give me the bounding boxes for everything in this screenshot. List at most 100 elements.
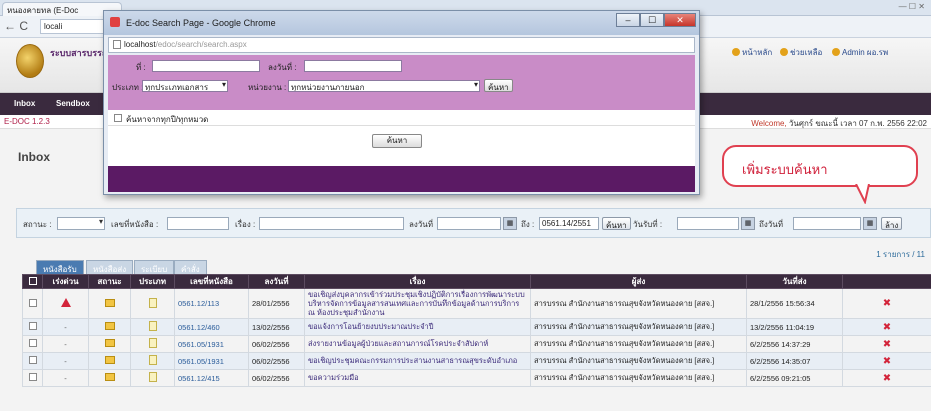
delete-icon[interactable]: ✖ xyxy=(842,352,931,370)
from-input[interactable] xyxy=(152,60,260,72)
calendar-icon[interactable]: ▦ xyxy=(863,217,877,230)
mail-icon[interactable] xyxy=(88,318,131,336)
row-checkbox[interactable] xyxy=(22,318,43,336)
table-row[interactable]: 0561.12/113 28/01/2556 ขอเชิญส่งบุคลากรเ… xyxy=(22,288,931,319)
subject-filter-input[interactable] xyxy=(259,217,404,230)
from-label: ที่ : xyxy=(136,63,146,72)
popup-footer xyxy=(108,166,695,192)
calendar-icon[interactable]: ▦ xyxy=(741,217,755,230)
docno-filter-input[interactable] xyxy=(167,217,229,230)
close-icon[interactable]: ✕ xyxy=(664,13,696,27)
clear-button[interactable]: ล้าง xyxy=(881,217,903,230)
doc-number[interactable]: 0561.12/415 xyxy=(174,369,249,387)
tab-sent[interactable]: หนังสือส่ง xyxy=(86,260,134,274)
delete-icon[interactable]: ✖ xyxy=(842,335,931,353)
mail-icon[interactable] xyxy=(88,352,131,370)
help-link[interactable]: ช่วยเหลือ xyxy=(780,46,822,59)
row-checkbox[interactable] xyxy=(22,335,43,353)
page-title: Inbox xyxy=(18,150,50,164)
table-row[interactable]: - 0561.05/1931 06/02/2556 ส่งรายงานข้อมู… xyxy=(22,335,931,353)
type-select[interactable]: ทุกประเภทเอกสาร xyxy=(142,80,228,92)
doc-number[interactable]: 0561.12/460 xyxy=(174,318,249,336)
doc-sent-time: 6/2/2556 09:21:05 xyxy=(746,369,843,387)
doc-date: 28/01/2556 xyxy=(248,288,305,319)
doc-subject[interactable]: ขอเชิญส่งบุคลากรเข้าร่วมประชุมเชิงปฏิบัต… xyxy=(304,288,531,319)
select-all-checkbox[interactable] xyxy=(22,274,43,289)
receive-to-input[interactable] xyxy=(793,217,861,230)
doc-number[interactable]: 0561.05/1931 xyxy=(174,335,249,353)
tab-regulation[interactable]: ระเบียบ xyxy=(134,260,175,274)
table-row[interactable]: - 0561.05/1931 06/02/2556 ขอเชิญประชุมคณ… xyxy=(22,352,931,370)
delete-icon[interactable]: ✖ xyxy=(842,288,931,319)
document-icon[interactable] xyxy=(130,318,175,336)
document-icon[interactable] xyxy=(130,369,175,387)
popup-title: E-doc Search Page - Google Chrome xyxy=(126,18,276,28)
document-icon[interactable] xyxy=(130,288,175,319)
mail-icon[interactable] xyxy=(88,369,131,387)
delete-icon[interactable]: ✖ xyxy=(842,318,931,336)
doc-number[interactable]: 0561.12/113 xyxy=(174,288,249,319)
calendar-icon[interactable]: ▦ xyxy=(503,217,517,230)
mail-icon[interactable] xyxy=(88,335,131,353)
admin-icon xyxy=(832,48,840,56)
table-row[interactable]: - 0561.12/460 13/02/2556 ขอแจ้งการโอนย้า… xyxy=(22,318,931,336)
popup-options-row: ค้นหาจากทุกปี/ทุกหมวด xyxy=(108,110,695,126)
admin-link[interactable]: Admin ผอ.รพ xyxy=(832,46,888,59)
popup-url-bar[interactable]: localhost/edoc/search/search.aspx xyxy=(108,37,695,53)
doc-date: 06/02/2556 xyxy=(248,352,305,370)
callout-text: เพิ่มระบบค้นหา xyxy=(742,162,828,177)
row-checkbox[interactable] xyxy=(22,352,43,370)
col-sent[interactable]: วันที่ส่ง xyxy=(746,274,843,289)
home-link[interactable]: หน้าหลัก xyxy=(732,46,772,59)
doc-date: 06/02/2556 xyxy=(248,369,305,387)
doc-subject[interactable]: ส่งรายงานข้อมูลผู้ป่วยและสถานการณ์โรคประ… xyxy=(304,335,531,353)
filter-bar: สถานะ : เลขที่หนังสือ : เรื่อง : ลงวันที… xyxy=(16,208,931,238)
col-date[interactable]: ลงวันที่ xyxy=(248,274,305,289)
window-controls[interactable]: — ☐ ✕ xyxy=(899,2,925,11)
doc-sent-time: 28/1/2556 15:56:34 xyxy=(746,288,843,319)
app-name: ระบบสารบรรณ xyxy=(50,48,111,58)
date-input[interactable] xyxy=(304,60,402,72)
row-checkbox[interactable] xyxy=(22,369,43,387)
version-label: E-DOC 1.2.3 xyxy=(4,117,50,126)
col-type[interactable]: ประเภท xyxy=(130,274,175,289)
menu-inbox[interactable]: Inbox xyxy=(14,99,35,108)
col-sender[interactable]: ผู้ส่ง xyxy=(530,274,747,289)
agency-select[interactable]: ทุกหน่วยงานภายนอก xyxy=(288,80,480,92)
doc-sender: สารบรรณ สำนักงานสาธารณสุขจังหวัดหนองคาย … xyxy=(530,318,747,336)
popup-search-button[interactable]: ค้นหา xyxy=(372,134,422,148)
popup-titlebar[interactable]: E-doc Search Page - Google Chrome – ☐ ✕ xyxy=(104,11,699,35)
date-to-input[interactable]: 0561.14/2551 xyxy=(539,217,599,230)
menu-sendbox[interactable]: Sendbox xyxy=(56,99,90,108)
col-docno[interactable]: เลขที่หนังสือ xyxy=(174,274,249,289)
browser-address-bar[interactable]: locali xyxy=(40,19,110,34)
doc-sender: สารบรรณ สำนักงานสาธารณสุขจังหวัดหนองคาย … xyxy=(530,288,747,319)
table-row[interactable]: - 0561.12/415 06/02/2556 ขอความร่วมมือ ส… xyxy=(22,369,931,387)
back-forward-icon[interactable]: ← C xyxy=(4,19,28,33)
maximize-icon[interactable]: ☐ xyxy=(640,13,664,27)
delete-icon[interactable]: ✖ xyxy=(842,369,931,387)
mail-icon[interactable] xyxy=(88,288,131,319)
doc-number[interactable]: 0561.05/1931 xyxy=(174,352,249,370)
row-checkbox[interactable] xyxy=(22,288,43,319)
go-button[interactable]: ค้นหา xyxy=(484,79,513,92)
inbox-table: เร่งด่วน สถานะ ประเภท เลขที่หนังสือ ลงวั… xyxy=(22,274,931,387)
doc-subject[interactable]: ขอแจ้งการโอนย้ายงบประมาณประจำปี xyxy=(304,318,531,336)
col-urgent[interactable]: เร่งด่วน xyxy=(42,274,89,289)
document-icon[interactable] xyxy=(130,335,175,353)
doc-subject[interactable]: ขอเชิญประชุมคณะกรรมการประสานงานสาธารณสุข… xyxy=(304,352,531,370)
receive-to-label: ถึงวันที่ xyxy=(759,220,783,229)
col-subject[interactable]: เรื่อง xyxy=(304,274,531,289)
col-status[interactable]: สถานะ xyxy=(88,274,131,289)
date-from-input[interactable] xyxy=(437,217,501,230)
search-all-checkbox[interactable] xyxy=(114,114,122,122)
tab-order[interactable]: คำสั่ง xyxy=(174,260,207,274)
search-button[interactable]: ค้นหา xyxy=(602,217,631,230)
search-all-label: ค้นหาจากทุกปี/ทุกหมวด xyxy=(126,115,209,124)
receive-date-input[interactable] xyxy=(677,217,739,230)
minimize-icon[interactable]: – xyxy=(616,13,640,27)
tab-received[interactable]: หนังสือรับ xyxy=(36,260,84,274)
document-icon[interactable] xyxy=(130,352,175,370)
status-filter-select[interactable] xyxy=(57,217,105,230)
doc-subject[interactable]: ขอความร่วมมือ xyxy=(304,369,531,387)
